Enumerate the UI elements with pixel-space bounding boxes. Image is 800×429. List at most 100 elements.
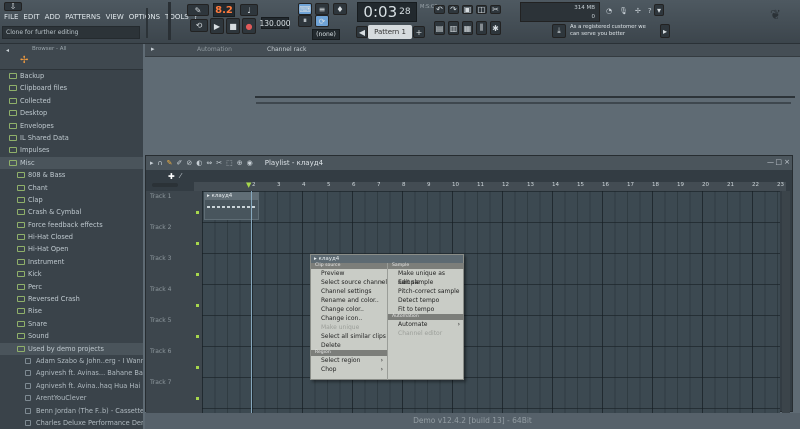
browser-item[interactable]: ArentYouClever [0,392,143,404]
context-menu-item[interactable]: Detect tempo [388,296,464,305]
track-mute-icon[interactable] [196,335,199,338]
context-menu-item[interactable]: Edit sample [388,278,464,287]
undo-icon[interactable]: ↶ [434,5,445,14]
pattern-add-icon[interactable]: + [413,26,425,38]
playhead-marker-icon[interactable]: ▼ [246,181,251,189]
metronome-button[interactable]: ♩ [240,4,258,16]
pattern-mode-button[interactable]: ✎ [187,4,209,16]
news-icon[interactable]: ▸ [660,24,670,38]
tempo-mode-select[interactable]: (none) [312,29,340,40]
context-menu-item[interactable]: Chop › [311,365,387,374]
browser-item[interactable]: Envelopes [0,120,143,132]
rack-scrollbar[interactable] [256,102,791,104]
browser-item[interactable]: Sound [0,330,143,342]
track-label[interactable]: Track 6 [150,348,171,355]
track-label[interactable]: Track 7 [150,379,171,386]
play-button[interactable]: ▶ [210,18,224,34]
browser-item[interactable]: Charles Deluxe Performance Demo [0,417,143,429]
browser-item[interactable]: Collected [0,95,143,107]
tab-automation[interactable]: Automation [197,46,232,53]
menu-item-view[interactable]: VIEW [106,13,124,21]
piano-roll-icon[interactable]: ▥ [448,21,459,35]
add-track-icon[interactable]: ✚ [168,172,175,181]
browser-item[interactable]: Instrument [0,256,143,268]
pattern-selector[interactable]: Pattern 1 [368,25,412,39]
browser-item[interactable]: Clipboard files [0,82,143,94]
context-menu-item[interactable]: Rename and color.. [311,296,387,305]
track-label[interactable]: Track 2 [150,224,171,231]
browser-item[interactable]: Snare [0,318,143,330]
select-icon[interactable]: ⬚ [226,159,233,167]
browser-item[interactable]: Agnivesh ft. Avinas... Bahane Bana Kar [0,367,143,379]
browser-item[interactable]: Backup [0,70,143,82]
context-menu-item[interactable]: Change icon.. [311,314,387,323]
wait-for-input-button[interactable]: ⏸ [298,15,312,27]
context-menu-item[interactable]: Preview [311,269,387,278]
channel-rack-icon[interactable]: ▦ [462,21,473,35]
mixer-icon[interactable]: ⫼ [476,21,487,35]
menu-item-file[interactable]: FILE [4,13,18,21]
fl-logo-icon[interactable]: ✢ [635,7,641,15]
context-menu-item[interactable]: Automate › [388,320,464,329]
window-menu-icon[interactable]: ⇩ [4,2,22,11]
typing-keyboard-button[interactable]: ⌨ [298,3,312,15]
context-menu-item[interactable]: Delete [311,341,387,350]
master-pitch-slider[interactable] [168,2,171,40]
track-mute-icon[interactable] [196,211,199,214]
browser-item[interactable]: Crash & Cymbal [0,206,143,218]
browser-item[interactable]: Reversed Crash [0,293,143,305]
browser-item[interactable]: Clap [0,194,143,206]
redo-icon[interactable]: ↷ [448,5,459,14]
rack-arrow-icon[interactable]: ▸ [151,45,155,53]
context-menu-item[interactable]: Channel settings [311,287,387,296]
track-label[interactable]: Track 3 [150,255,171,262]
snap-icon[interactable]: ▾ [654,4,664,16]
pencil-small-icon[interactable]: ⁄ [180,172,181,180]
context-menu-item[interactable]: Pitch-correct sample [388,287,464,296]
browser-item[interactable]: Benn Jordan (The F..b) - Cassette Cafe [0,405,143,417]
maximize-icon[interactable]: □ [775,158,782,166]
track-label[interactable]: Track 5 [150,317,171,324]
context-menu-item[interactable]: Make unique as sample [388,269,464,286]
playlist-grid[interactable] [202,191,780,413]
step-edit-button[interactable]: ≡ [315,3,329,15]
track-mute-icon[interactable] [196,242,199,245]
stop-button[interactable]: ■ [226,18,240,34]
zoom-slider[interactable] [152,183,178,187]
slip-icon[interactable]: ⇔ [206,159,212,167]
vertical-scrollbar[interactable] [782,191,790,413]
menu-item-patterns[interactable]: PATTERNS [65,13,100,21]
close-icon[interactable]: × [784,158,790,166]
cut-icon[interactable]: ✂ [490,5,501,14]
browser-item[interactable]: Used by demo projects [0,342,143,355]
browser-item[interactable]: Kick [0,268,143,280]
menu-item-add[interactable]: ADD [45,13,61,21]
zoom-icon[interactable]: ⊕ [237,159,243,167]
track-mute-icon[interactable] [196,366,199,369]
browser-add-icon[interactable]: ✢ [20,55,28,66]
paint-icon[interactable]: ✐ [177,159,183,167]
context-menu-item[interactable]: Fit to tempo [388,305,464,314]
download-icon[interactable]: ⤓ [552,24,566,38]
browser-item[interactable]: Hi-Hat Open [0,243,143,255]
playlist-window-icon[interactable]: ▤ [434,21,445,35]
browser-item[interactable]: Hi-Hat Closed [0,231,143,243]
mute-tool-icon[interactable]: ◐ [196,159,202,167]
loop-record-button[interactable]: ⟳ [315,15,329,27]
browser-item[interactable]: Adam Szabo & John..erg - I Wanna Be [0,355,143,367]
browser-item[interactable]: Perc [0,281,143,293]
context-menu-item[interactable]: Select region › [311,356,387,365]
browser-item[interactable]: 808 & Bass [0,169,143,181]
mic-icon[interactable]: 🎙 [619,7,628,15]
minimize-icon[interactable]: — [767,158,774,166]
browser-item[interactable]: Desktop [0,107,143,119]
track-label[interactable]: Track 4 [150,286,171,293]
save-icon[interactable]: ▣ [462,5,473,14]
context-menu-item[interactable]: Select source channel › [311,278,387,287]
magnet-icon[interactable]: ∩ [158,159,163,167]
browser-item[interactable]: IL Shared Data [0,132,143,144]
browser-item[interactable]: Impulses [0,144,143,156]
browser-item[interactable]: Force feedback effects [0,219,143,231]
playback-icon[interactable]: ◉ [247,159,253,167]
browser-item[interactable]: Misc [0,156,143,170]
